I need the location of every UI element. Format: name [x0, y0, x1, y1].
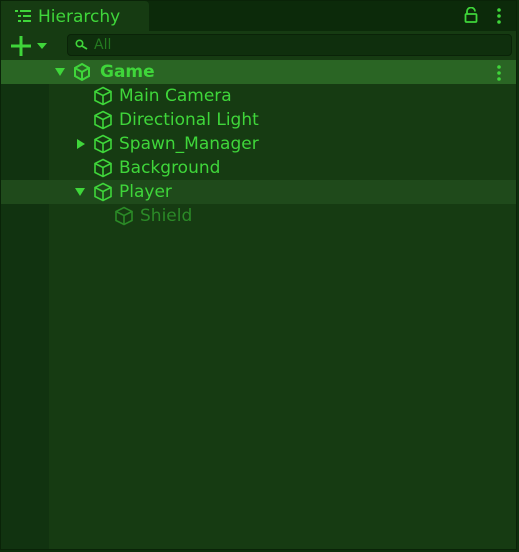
cube-icon: [115, 206, 133, 226]
cube-icon: [94, 182, 112, 202]
hierarchy-list-icon: [15, 10, 31, 22]
kebab-menu-icon[interactable]: [495, 7, 503, 25]
tree-item-label: Directional Light: [119, 110, 259, 130]
tree-item-shield[interactable]: Shield: [1, 204, 516, 228]
tab-hierarchy[interactable]: Hierarchy: [1, 1, 149, 31]
tab-title: Hierarchy: [38, 7, 121, 27]
search-icon: [75, 39, 88, 50]
tree-item-spawn-manager[interactable]: Spawn_Manager: [1, 132, 516, 156]
hierarchy-window: Hierarchy All Game Main Camera Direction…: [0, 0, 517, 550]
tree-item-directional-light[interactable]: Directional Light: [1, 108, 516, 132]
tree-item-main-camera[interactable]: Main Camera: [1, 84, 516, 108]
tab-bar: Hierarchy: [1, 1, 516, 31]
tree-item-background[interactable]: Background: [1, 156, 516, 180]
tree-item-label: Main Camera: [119, 86, 232, 106]
foldout-expanded-icon[interactable]: [74, 186, 86, 198]
search-input[interactable]: [94, 36, 494, 54]
kebab-menu-icon[interactable]: [495, 64, 503, 82]
cube-icon: [94, 86, 112, 106]
cube-icon: [94, 110, 112, 130]
lock-icon[interactable]: [464, 7, 478, 23]
scene-row[interactable]: Game: [1, 60, 516, 84]
unity-logo-icon: [74, 62, 90, 82]
cube-icon: [94, 158, 112, 178]
hierarchy-tree: Game Main Camera Directional Light Spawn…: [1, 60, 516, 549]
plus-icon: [11, 36, 31, 56]
toolbar: [1, 31, 516, 59]
search-field[interactable]: [67, 34, 512, 56]
add-object-button[interactable]: [11, 36, 49, 56]
tree-item-player[interactable]: Player: [1, 180, 516, 204]
tree-item-label: Spawn_Manager: [119, 134, 259, 154]
foldout-expanded-icon[interactable]: [54, 66, 66, 78]
tree-item-label: Background: [119, 158, 221, 178]
foldout-collapsed-icon[interactable]: [75, 138, 87, 150]
scene-name: Game: [100, 62, 155, 82]
cube-icon: [94, 134, 112, 154]
tree-item-label: Shield: [140, 206, 193, 226]
caret-down-icon: [37, 43, 47, 49]
tree-item-label: Player: [119, 182, 172, 202]
